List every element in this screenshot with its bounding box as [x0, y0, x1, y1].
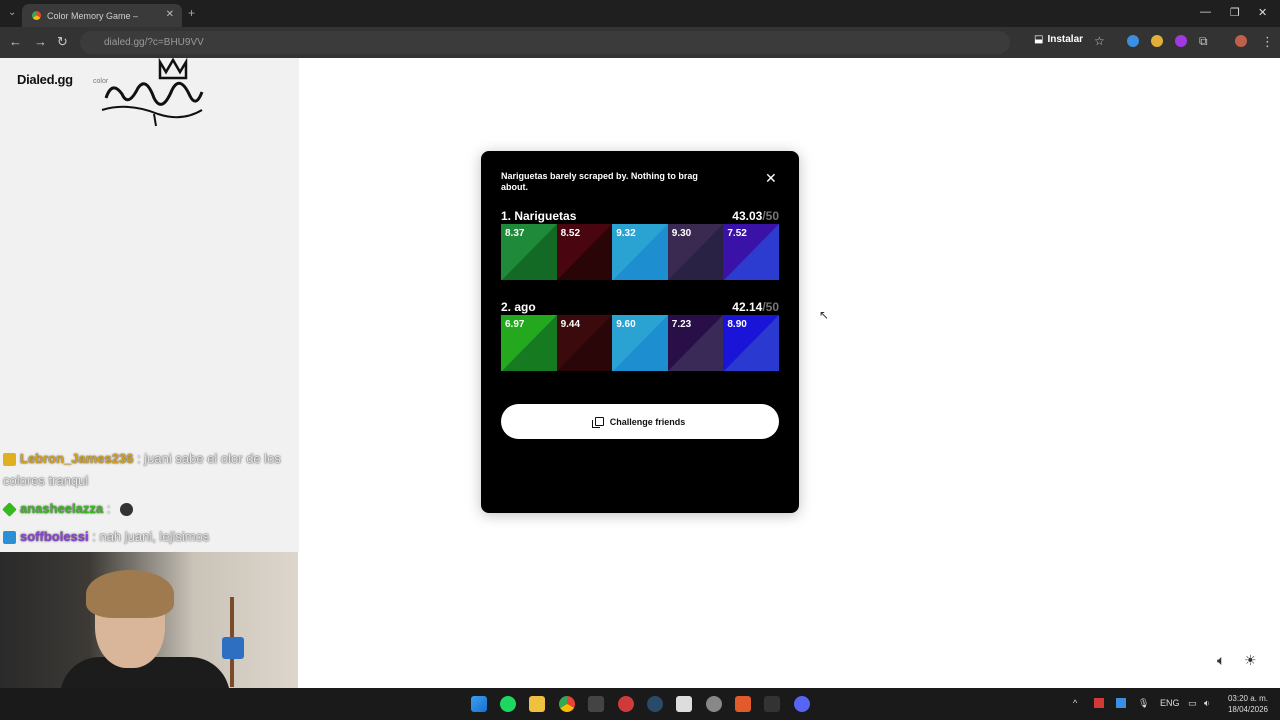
color-swatch: 6.97	[501, 315, 557, 371]
chat-text: :	[106, 501, 111, 516]
tray-app-icon[interactable]	[1094, 698, 1104, 708]
menu-kebab-icon[interactable]: ⋮	[1261, 34, 1274, 50]
app-icon[interactable]	[764, 696, 780, 712]
color-swatch: 9.30	[667, 224, 724, 280]
close-icon[interactable]: ✕	[765, 170, 777, 187]
steam-icon[interactable]	[647, 696, 663, 712]
bookmark-star-icon[interactable]: ☆	[1094, 34, 1105, 48]
tab-list-icon[interactable]: ⌄	[8, 7, 16, 18]
player-name: 2. ago	[501, 300, 536, 314]
player-name: 1. Nariguetas	[501, 209, 577, 223]
streamer-logo	[101, 58, 204, 127]
browser-titlebar: ⌄ Color Memory Game – ✕ + — ❐ ✕	[0, 0, 1280, 27]
sound-icon[interactable]: 🔈︎	[1217, 652, 1225, 669]
color-swatch: 9.44	[556, 315, 613, 371]
tab-title: Color Memory Game –	[47, 10, 139, 21]
result-message: Nariguetas barely scraped by. Nothing to…	[501, 171, 698, 192]
close-tab-icon[interactable]: ✕	[166, 9, 174, 20]
color-swatch: 8.90	[723, 315, 779, 371]
color-swatches: 8.37 8.52 9.32 9.30 7.52	[501, 224, 779, 280]
extensions-puzzle-icon[interactable]: ⧉	[1199, 34, 1208, 49]
color-swatch: 9.60	[612, 315, 668, 371]
install-label: Instalar	[1047, 34, 1084, 45]
brave-icon[interactable]	[735, 696, 751, 712]
app-icon[interactable]	[706, 696, 722, 712]
close-window-icon[interactable]: ✕	[1258, 6, 1267, 19]
color-swatch: 9.32	[612, 224, 668, 280]
maximize-icon[interactable]: ❐	[1230, 6, 1240, 19]
chat-username: anasheelazza	[20, 501, 104, 516]
app-icon[interactable]	[676, 696, 692, 712]
address-bar[interactable]: dialed.gg/?c=BHU9VV	[80, 31, 1010, 54]
theme-sun-icon[interactable]: ☀	[1244, 652, 1257, 669]
clock-date: 18/04/2026	[1227, 705, 1268, 714]
chrome-icon[interactable]	[559, 696, 575, 712]
extension-icon[interactable]	[1151, 35, 1163, 47]
system-clock[interactable]: 03:20 a. m. 18/04/2026	[1224, 693, 1268, 715]
chat-text: : nah juani, lejisimos	[92, 529, 210, 544]
minimize-icon[interactable]: —	[1200, 6, 1211, 18]
clock-time: 03:20 a. m.	[1227, 694, 1268, 703]
chat-username: soffbolessi	[20, 529, 89, 544]
browser-toolbar: ← → ↻ dialed.gg/?c=BHU9VV ⬓ Instalar ☆ ⧉…	[0, 27, 1280, 58]
back-icon[interactable]: ←	[9, 34, 22, 49]
webcam-feed	[0, 552, 298, 688]
extension-icon[interactable]	[1175, 35, 1187, 47]
color-swatch: 7.52	[723, 224, 779, 280]
network-icon[interactable]: ▭	[1188, 698, 1197, 709]
spotify-icon[interactable]	[500, 696, 516, 712]
install-button[interactable]: ⬓ Instalar	[1034, 34, 1083, 45]
install-icon: ⬓	[1034, 34, 1044, 45]
color-swatch: 8.37	[501, 224, 557, 280]
volume-icon[interactable]: 🔉︎	[1204, 698, 1210, 709]
challenge-friends-button[interactable]: Challenge friends	[501, 404, 779, 439]
forward-icon[interactable]: →	[34, 34, 47, 49]
new-tab-icon[interactable]: +	[188, 6, 195, 20]
windows-taskbar: ^ 🎙︎ ENG ▭ 🔉︎ 03:20 a. m. 18/04/2026	[0, 688, 1280, 720]
streamer-hair	[86, 570, 174, 618]
extension-icon[interactable]	[1127, 35, 1139, 47]
discord-icon[interactable]	[794, 696, 810, 712]
mop-head	[222, 637, 244, 659]
results-modal: Nariguetas barely scraped by. Nothing to…	[481, 151, 799, 513]
epic-games-icon[interactable]	[588, 696, 604, 712]
mouse-cursor-icon: ↖	[819, 308, 830, 322]
app-icon[interactable]	[618, 696, 634, 712]
tray-chevron-icon[interactable]: ^	[1073, 698, 1077, 708]
browser-tab[interactable]: Color Memory Game – ✕	[22, 4, 182, 27]
chat-message: soffbolessi : nah juani, lejisimos	[3, 526, 209, 548]
file-explorer-icon[interactable]	[529, 696, 545, 712]
start-icon[interactable]	[471, 696, 487, 712]
crown-badge-icon	[3, 453, 16, 467]
chrome-favicon-icon	[32, 11, 41, 20]
url-text: dialed.gg/?c=BHU9VV	[104, 37, 204, 48]
language-indicator[interactable]: ENG	[1160, 698, 1180, 708]
player-score: 42.14/50	[732, 300, 779, 314]
chat-message: Lebron_James236 : juani sabe el olor de …	[3, 448, 295, 492]
color-swatch: 8.52	[556, 224, 613, 280]
profile-avatar[interactable]	[1235, 35, 1247, 47]
sub-badge-icon	[3, 531, 16, 545]
copy-icon	[591, 417, 604, 428]
chat-message: anasheelazza :	[2, 498, 137, 520]
microphone-icon[interactable]: 🎙︎	[1138, 698, 1149, 709]
emote-icon	[119, 503, 133, 517]
reload-icon[interactable]: ↻	[57, 34, 68, 50]
tray-app-icon[interactable]	[1116, 698, 1126, 708]
player-score: 43.03/50	[732, 209, 779, 223]
chat-username: Lebron_James236	[20, 451, 134, 466]
challenge-label: Challenge friends	[609, 416, 686, 427]
gem-badge-icon	[2, 502, 17, 517]
color-swatches: 6.97 9.44 9.60 7.23 8.90	[501, 315, 779, 371]
color-swatch: 7.23	[667, 315, 724, 371]
site-brand: Dialed.gg	[17, 72, 73, 87]
